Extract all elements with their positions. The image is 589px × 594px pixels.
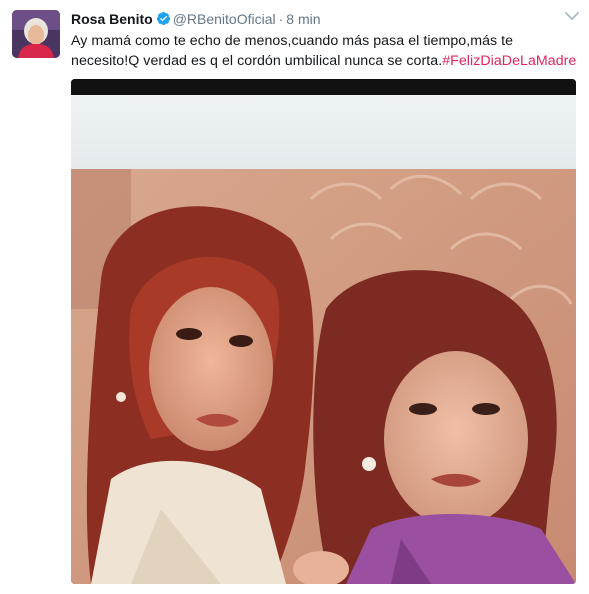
avatar[interactable] [12, 10, 60, 58]
chevron-down-icon[interactable] [565, 11, 579, 21]
hashtag-link[interactable]: #FelizDiaDeLaMadre [442, 53, 576, 69]
tweet-text: Ay mamá como te echo de menos,cuando más… [71, 31, 576, 71]
author-name[interactable]: Rosa Benito [71, 11, 153, 27]
timestamp[interactable]: 8 min [286, 11, 320, 27]
author-handle[interactable]: @RBenitoOficial [173, 11, 276, 27]
tweet-text-line-2: necesito!Q verdad es q el cordón umbilic… [71, 51, 576, 71]
tweet-header: Rosa Benito @RBenitoOficial · 8 min [71, 10, 321, 28]
tweet-photo[interactable] [71, 79, 576, 584]
separator: · [278, 11, 284, 27]
tweet-text-line-1: Ay mamá como te echo de menos,cuando más… [71, 33, 514, 49]
tweet-text-body: necesito!Q verdad es q el cordón umbilic… [71, 53, 443, 69]
verified-badge-icon [156, 11, 170, 26]
tweet: Rosa Benito @RBenitoOficial · 8 min Ay mamá… [0, 0, 589, 594]
